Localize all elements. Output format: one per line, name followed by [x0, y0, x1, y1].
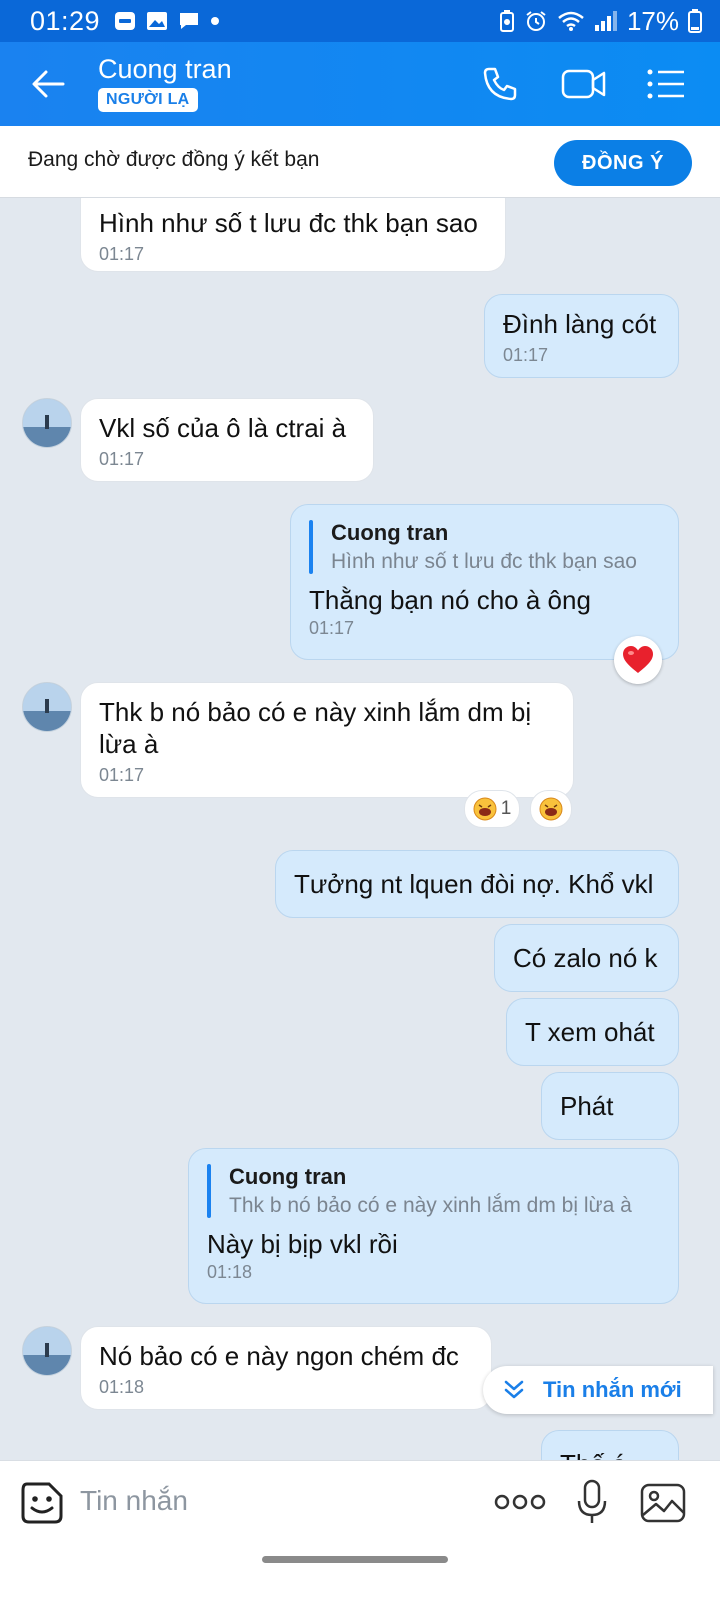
options-menu-button[interactable] — [638, 56, 694, 112]
message-text: Phát — [560, 1091, 614, 1121]
reaction-summary[interactable]: 1 — [464, 790, 520, 828]
avatar[interactable] — [22, 682, 72, 732]
message-text: Có zalo nó k — [513, 943, 658, 973]
double-chevron-down-icon — [504, 1380, 524, 1399]
message-bubble-incoming[interactable]: Vkl số của ô là ctrai à 01:17 — [80, 398, 374, 482]
quote-text: Thk b nó bảo có e này xinh lắm dm bị lừa… — [229, 1194, 632, 1217]
message-text: Này bị bịp vkl rồi — [207, 1229, 398, 1259]
reply-quote[interactable]: Cuong tran Hình như số t lưu đc thk bạn … — [309, 520, 660, 574]
microphone-icon — [577, 1479, 607, 1523]
video-call-button[interactable] — [556, 56, 612, 112]
contact-name[interactable]: Cuong tran — [98, 54, 232, 85]
image-icon — [640, 1483, 686, 1523]
friend-request-bar: Đang chờ được đồng ý kết bạn ĐỒNG Ý — [0, 126, 720, 198]
message-text: Đình làng cót — [503, 309, 657, 339]
quote-bar — [207, 1164, 211, 1218]
heart-reaction-button[interactable] — [614, 636, 662, 684]
battery-icon — [688, 9, 702, 33]
quote-text: Hình như số t lưu đc thk bạn sao — [331, 550, 637, 573]
battery-saver-icon — [499, 10, 515, 32]
reply-quote[interactable]: Cuong tran Thk b nó bảo có e này xinh lắ… — [207, 1164, 660, 1218]
message-text: Nó bảo có e này ngon chém đc — [99, 1341, 459, 1371]
message-bubble-outgoing[interactable]: T xem ohát — [506, 998, 679, 1066]
status-time: 01:29 — [30, 5, 101, 36]
heart-icon — [623, 646, 653, 673]
message-bubble-outgoing-reply[interactable]: Cuong tran Thk b nó bảo có e này xinh lắ… — [188, 1148, 679, 1304]
list-menu-icon — [647, 69, 684, 99]
quote-author: Cuong tran — [229, 1164, 347, 1189]
message-list[interactable]: Hình như số t lưu đc thk bạn sao 01:17 Đ… — [0, 198, 720, 1488]
message-time: 01:17 — [309, 618, 355, 638]
add-reaction-button[interactable] — [530, 790, 572, 828]
video-camera-icon — [561, 69, 606, 99]
message-notification-icon — [178, 11, 200, 31]
system-navigation — [0, 1542, 720, 1600]
message-time: 01:18 — [99, 1377, 145, 1397]
avatar[interactable] — [22, 1326, 72, 1376]
reaction-count: 1 — [500, 798, 512, 819]
message-text: Vkl số của ô là ctrai à — [99, 413, 347, 443]
new-messages-label: Tin nhắn mới — [543, 1377, 682, 1402]
message-input-bar: Tin nhắn — [0, 1460, 720, 1542]
message-bubble-outgoing[interactable]: Đình làng cót 01:17 — [484, 294, 679, 378]
status-bar: 01:29 17% — [0, 0, 720, 42]
laughing-emoji-icon — [539, 797, 563, 821]
gallery-button[interactable] — [638, 1481, 688, 1525]
message-time: 01:18 — [207, 1262, 253, 1282]
voice-call-button[interactable] — [472, 56, 528, 112]
message-bubble-outgoing[interactable]: Có zalo nó k — [494, 924, 679, 992]
voice-message-button[interactable] — [572, 1477, 612, 1527]
message-text: Tưởng nt lquen đòi nợ. Khổ vkl — [294, 869, 654, 899]
new-messages-button[interactable]: Tin nhắn mới — [483, 1366, 713, 1414]
message-text: Hình như số t lưu đc thk bạn sao — [99, 208, 478, 238]
message-time: 01:17 — [99, 244, 145, 264]
alarm-icon — [524, 9, 548, 33]
accept-friend-button[interactable]: ĐỒNG Ý — [554, 140, 692, 186]
stranger-badge: NGƯỜI LẠ — [98, 88, 198, 112]
message-text: T xem ohát — [525, 1017, 655, 1047]
avatar[interactable] — [22, 398, 72, 448]
message-bubble-incoming[interactable]: Hình như số t lưu đc thk bạn sao 01:17 — [80, 198, 506, 272]
message-time: 01:17 — [99, 449, 145, 469]
message-bubble-outgoing[interactable]: Tưởng nt lquen đòi nợ. Khổ vkl — [275, 850, 679, 918]
more-notifications-dot-icon — [210, 16, 220, 26]
message-text: Thằng bạn nó cho à ông — [309, 585, 591, 615]
message-bubble-outgoing-reply[interactable]: Cuong tran Hình như số t lưu đc thk bạn … — [290, 504, 679, 660]
back-button[interactable] — [22, 58, 74, 110]
message-bubble-incoming[interactable]: Nó bảo có e này ngon chém đc 01:18 — [80, 1326, 492, 1410]
friend-request-text: Đang chờ được đồng ý kết bạn — [28, 148, 320, 171]
quote-author: Cuong tran — [331, 520, 449, 545]
battery-percent: 17% — [626, 5, 679, 36]
message-time: 01:17 — [99, 765, 145, 785]
gallery-notification-icon — [146, 11, 168, 31]
more-dots-icon — [494, 1494, 546, 1510]
zalo-notification-icon — [114, 11, 136, 31]
home-indicator[interactable] — [262, 1556, 448, 1563]
wifi-icon — [557, 10, 585, 32]
sticker-button[interactable] — [20, 1481, 64, 1525]
sticker-smiley-icon — [21, 1482, 63, 1524]
more-options-button[interactable] — [492, 1487, 548, 1517]
signal-icon — [594, 10, 618, 32]
phone-icon — [483, 67, 517, 101]
message-text: Thk b nó bảo có e này xinh lắm dm bị lừa… — [99, 697, 532, 759]
message-bubble-incoming[interactable]: Thk b nó bảo có e này xinh lắm dm bị lừa… — [80, 682, 574, 798]
message-time: 01:17 — [503, 345, 549, 365]
quote-bar — [309, 520, 313, 574]
message-bubble-outgoing[interactable]: Phát — [541, 1072, 679, 1140]
chat-header: Cuong tran NGƯỜI LẠ — [0, 42, 720, 126]
back-arrow-icon — [32, 70, 65, 98]
message-input[interactable]: Tin nhắn — [80, 1485, 188, 1517]
laughing-emoji-icon — [473, 797, 497, 821]
